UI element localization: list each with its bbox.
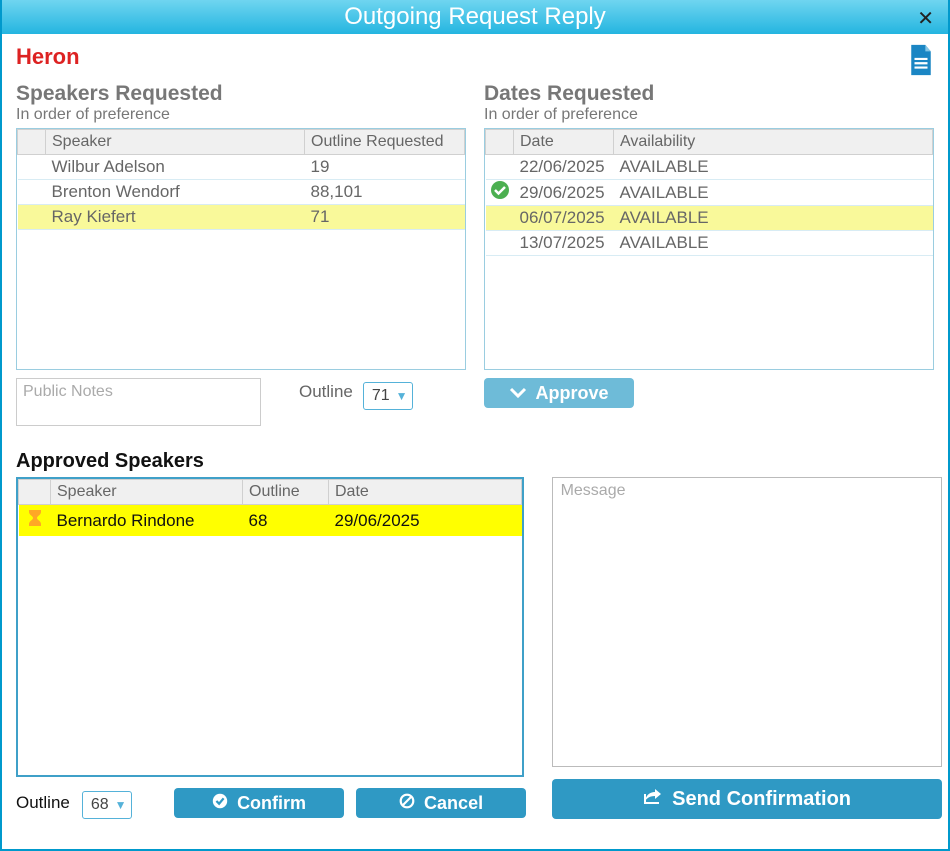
speaker-name: Wilbur Adelson <box>46 155 305 180</box>
check-icon <box>486 231 514 256</box>
cancel-label: Cancel <box>424 793 483 814</box>
availability-cell: AVAILABLE <box>614 231 933 256</box>
col-blank <box>18 130 46 155</box>
outline-dropdown-top[interactable]: 71 ▼ <box>363 382 413 410</box>
col-blank2 <box>486 130 514 155</box>
outline-label-top: Outline <box>299 382 353 402</box>
send-confirmation-label: Send Confirmation <box>672 788 851 811</box>
confirm-button[interactable]: Confirm <box>174 788 344 818</box>
table-row[interactable]: 29/06/2025AVAILABLE <box>486 180 933 206</box>
availability-cell: AVAILABLE <box>614 155 933 180</box>
col-approved-speaker[interactable]: Speaker <box>51 480 243 505</box>
close-icon[interactable]: ✕ <box>917 6 934 31</box>
table-row[interactable]: 06/07/2025AVAILABLE <box>486 206 933 231</box>
availability-cell: AVAILABLE <box>614 206 933 231</box>
titlebar: Outgoing Request Reply ✕ <box>2 0 948 34</box>
table-row[interactable]: 22/06/2025AVAILABLE <box>486 155 933 180</box>
cancel-icon <box>398 792 416 815</box>
outline-requested: 71 <box>305 205 465 230</box>
message-input[interactable]: Message <box>552 477 942 767</box>
col-blank3 <box>19 480 51 505</box>
hourglass-icon <box>19 505 51 537</box>
dates-requested-sub: In order of preference <box>484 106 934 124</box>
outline-dropdown-top-value: 71 <box>372 387 390 405</box>
date-cell: 06/07/2025 <box>514 206 614 231</box>
speakers-requested-title: Speakers Requested <box>16 82 466 106</box>
approved-grid[interactable]: Speaker Outline Date Bernardo Rindone682… <box>16 477 524 777</box>
confirm-label: Confirm <box>237 793 306 814</box>
speakers-grid[interactable]: Speaker Outline Requested Wilbur Adelson… <box>16 128 466 370</box>
document-icon[interactable] <box>908 44 934 80</box>
date-cell: 29/06/2025 <box>514 180 614 206</box>
outline-dropdown-bottom[interactable]: 68 ▼ <box>82 791 132 819</box>
dates-requested-title: Dates Requested <box>484 82 934 106</box>
chevron-down-icon: ▼ <box>396 389 408 403</box>
col-outline-requested[interactable]: Outline Requested <box>305 130 465 155</box>
col-availability[interactable]: Availability <box>614 130 933 155</box>
cancel-button[interactable]: Cancel <box>356 788 526 818</box>
approved-outline: 68 <box>243 505 329 537</box>
check-circle-icon <box>211 792 229 815</box>
approve-label: Approve <box>535 383 608 404</box>
col-approved-date[interactable]: Date <box>329 480 522 505</box>
table-row[interactable]: 13/07/2025AVAILABLE <box>486 231 933 256</box>
speaker-name: Ray Kiefert <box>46 205 305 230</box>
dates-grid[interactable]: Date Availability 22/06/2025AVAILABLE29/… <box>484 128 934 370</box>
table-row[interactable]: Brenton Wendorf88,101 <box>18 180 465 205</box>
check-icon <box>486 206 514 231</box>
outline-requested: 19 <box>305 155 465 180</box>
approved-date: 29/06/2025 <box>329 505 522 537</box>
table-row[interactable]: Bernardo Rindone6829/06/2025 <box>19 505 522 537</box>
col-speaker[interactable]: Speaker <box>46 130 305 155</box>
approved-speaker: Bernardo Rindone <box>51 505 243 537</box>
approve-button[interactable]: Approve <box>484 378 634 408</box>
table-row[interactable]: Ray Kiefert71 <box>18 205 465 230</box>
date-cell: 22/06/2025 <box>514 155 614 180</box>
window-title: Outgoing Request Reply <box>344 3 606 31</box>
col-approved-outline[interactable]: Outline <box>243 480 329 505</box>
availability-cell: AVAILABLE <box>614 180 933 206</box>
send-confirmation-button[interactable]: Send Confirmation <box>552 779 942 819</box>
outline-dropdown-bottom-value: 68 <box>91 796 109 814</box>
congregation-name: Heron <box>16 44 80 70</box>
public-notes-input[interactable]: Public Notes <box>16 378 261 426</box>
outline-requested: 88,101 <box>305 180 465 205</box>
date-cell: 13/07/2025 <box>514 231 614 256</box>
outline-label-bottom: Outline <box>16 793 70 813</box>
table-row[interactable]: Wilbur Adelson19 <box>18 155 465 180</box>
check-icon <box>486 155 514 180</box>
col-date[interactable]: Date <box>514 130 614 155</box>
speakers-requested-sub: In order of preference <box>16 106 466 124</box>
check-icon <box>486 180 514 206</box>
chevron-down-icon <box>509 383 527 404</box>
approved-speakers-title: Approved Speakers <box>16 450 934 473</box>
chevron-down-icon: ▼ <box>115 798 127 812</box>
speaker-name: Brenton Wendorf <box>46 180 305 205</box>
share-icon <box>642 786 664 812</box>
